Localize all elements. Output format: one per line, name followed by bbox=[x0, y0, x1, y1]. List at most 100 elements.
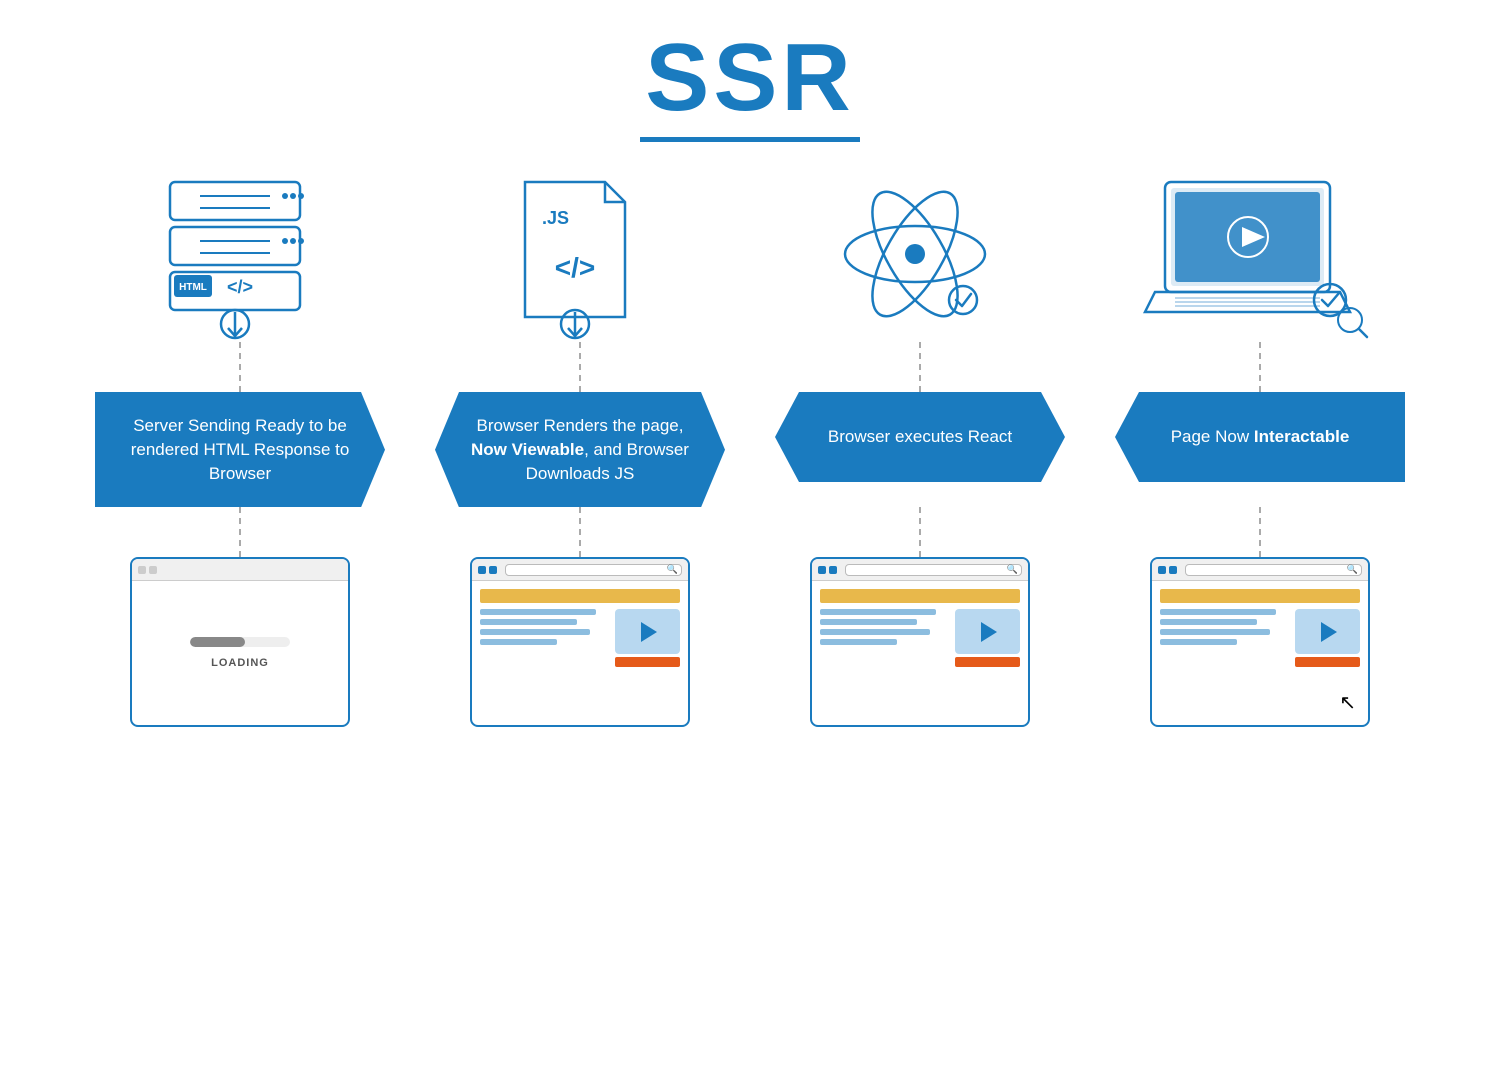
laptop-icon bbox=[1145, 172, 1375, 342]
icons-row: HTML </> .JS bbox=[50, 162, 1450, 352]
box-2-pre: Browser Renders the page, bbox=[477, 416, 684, 435]
box-4: Page Now Interactable bbox=[1115, 392, 1405, 482]
svg-text:HTML: HTML bbox=[179, 282, 207, 293]
video-play-area-2 bbox=[615, 609, 680, 654]
html-stack-icon: HTML </> bbox=[140, 172, 340, 342]
content-mid-4 bbox=[1160, 609, 1360, 667]
box-4-pre: Page Now bbox=[1171, 427, 1254, 446]
browser-topbar-1 bbox=[132, 559, 348, 581]
react-atom-icon-area bbox=[825, 162, 1015, 352]
col-4 bbox=[1090, 162, 1430, 352]
loading-bar-fill bbox=[190, 637, 245, 647]
col-1: HTML </> bbox=[70, 162, 410, 352]
col-4-box-col: Page Now Interactable bbox=[1090, 392, 1430, 507]
browser-mock-viewable: 🔍 bbox=[470, 557, 690, 727]
loading-bar bbox=[190, 637, 290, 647]
box-2-bold: Now Viewable bbox=[471, 440, 584, 459]
browser-mocks-row: LOADING 🔍 bbox=[50, 557, 1450, 727]
box-1-text: Server Sending Ready to be rendered HTML… bbox=[123, 414, 357, 485]
window-btn-3 bbox=[478, 566, 486, 574]
content-bar-4 bbox=[1160, 589, 1360, 603]
browser-search-bar-3: 🔍 bbox=[845, 564, 1022, 576]
bottom-connectors-row bbox=[50, 507, 1450, 557]
content-mid-3 bbox=[820, 609, 1020, 667]
orange-bar-4 bbox=[1295, 657, 1360, 667]
content-line-3c bbox=[820, 629, 930, 635]
content-line-3b bbox=[820, 619, 917, 625]
bottom-connector-1 bbox=[239, 507, 241, 557]
col-2-bottom-connector bbox=[410, 507, 750, 557]
browser-content-4 bbox=[1152, 581, 1368, 675]
bottom-connector-2 bbox=[579, 507, 581, 557]
video-thumb-4 bbox=[1295, 609, 1360, 667]
col-1-bottom: LOADING bbox=[70, 557, 410, 727]
browser-topbar-3: 🔍 bbox=[812, 559, 1028, 581]
browser-mock-interactable: 🔍 bbox=[1150, 557, 1370, 727]
svg-text:.JS: .JS bbox=[542, 208, 569, 228]
content-line-4b bbox=[1160, 619, 1257, 625]
browser-search-bar-2: 🔍 bbox=[505, 564, 682, 576]
box-2-text: Browser Renders the page, Now Viewable, … bbox=[463, 414, 697, 485]
diagram: HTML </> .JS bbox=[0, 162, 1500, 727]
content-bar-2 bbox=[480, 589, 680, 603]
content-mid-2 bbox=[480, 609, 680, 667]
browser-topbar-4: 🔍 bbox=[1152, 559, 1368, 581]
svg-text:</>: </> bbox=[227, 277, 253, 297]
js-file-icon: .JS </> bbox=[500, 172, 660, 342]
window-btn-5 bbox=[818, 566, 826, 574]
window-btn-4 bbox=[489, 566, 497, 574]
js-file-icon-area: .JS </> bbox=[500, 162, 660, 352]
play-btn-3 bbox=[981, 622, 997, 642]
col-1-bottom-connector bbox=[70, 507, 410, 557]
window-btn-7 bbox=[1158, 566, 1166, 574]
browser-topbar-2: 🔍 bbox=[472, 559, 688, 581]
col-3-bottom: 🔍 bbox=[750, 557, 1090, 727]
col-4-bottom-connector bbox=[1090, 507, 1430, 557]
box-4-bold: Interactable bbox=[1254, 427, 1349, 446]
loading-screen: LOADING bbox=[132, 581, 348, 725]
content-line-4a bbox=[1160, 609, 1276, 615]
video-thumb-2 bbox=[615, 609, 680, 667]
search-icon-mini-2: 🔍 bbox=[667, 564, 678, 575]
col-3-bottom-connector bbox=[750, 507, 1090, 557]
col-2-box-col: Browser Renders the page, Now Viewable, … bbox=[410, 392, 750, 507]
orange-bar-3 bbox=[955, 657, 1020, 667]
browser-mock-loading: LOADING bbox=[130, 557, 350, 727]
play-btn-2 bbox=[641, 622, 657, 642]
page-title-area: SSR bbox=[0, 0, 1500, 152]
content-bar-3 bbox=[820, 589, 1020, 603]
video-play-area-3 bbox=[955, 609, 1020, 654]
window-btn-2 bbox=[149, 566, 157, 574]
browser-mock-react: 🔍 bbox=[810, 557, 1030, 727]
content-line-4d bbox=[1160, 639, 1237, 645]
col-1-box-col: Server Sending Ready to be rendered HTML… bbox=[70, 392, 410, 507]
box-4-text: Page Now Interactable bbox=[1171, 425, 1350, 449]
content-lines-3 bbox=[820, 609, 949, 667]
col-3-box-col: Browser executes React bbox=[750, 392, 1090, 507]
box-1: Server Sending Ready to be rendered HTML… bbox=[95, 392, 385, 507]
col-2-bottom: 🔍 bbox=[410, 557, 750, 727]
content-line-4c bbox=[1160, 629, 1270, 635]
play-btn-4 bbox=[1321, 622, 1337, 642]
content-line-3a bbox=[820, 609, 936, 615]
browser-search-bar-4: 🔍 bbox=[1185, 564, 1362, 576]
col-2: .JS </> bbox=[410, 162, 750, 352]
svg-text:</>: </> bbox=[555, 252, 595, 283]
video-play-area-4 bbox=[1295, 609, 1360, 654]
content-line-2b bbox=[480, 619, 577, 625]
content-line-2c bbox=[480, 629, 590, 635]
content-lines-4 bbox=[1160, 609, 1289, 667]
cursor-icon: ↖ bbox=[1339, 693, 1356, 713]
bottom-connector-4 bbox=[1259, 507, 1261, 557]
window-btn-6 bbox=[829, 566, 837, 574]
box-2: Browser Renders the page, Now Viewable, … bbox=[435, 392, 725, 507]
window-btn-8 bbox=[1169, 566, 1177, 574]
box-3: Browser executes React bbox=[775, 392, 1065, 482]
bottom-connector-3 bbox=[919, 507, 921, 557]
box-3-text: Browser executes React bbox=[828, 425, 1012, 449]
search-icon-mini-4: 🔍 bbox=[1347, 564, 1358, 575]
orange-bar-2 bbox=[615, 657, 680, 667]
laptop-icon-area bbox=[1145, 162, 1375, 352]
content-line-2a bbox=[480, 609, 596, 615]
content-lines-2 bbox=[480, 609, 609, 667]
